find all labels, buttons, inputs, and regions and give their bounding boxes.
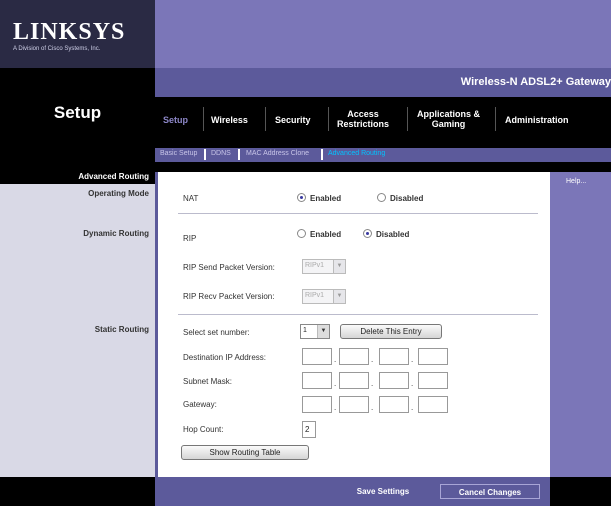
logo-area: LINKSYS A Division of Cisco Systems, Inc…: [0, 0, 155, 68]
section-title: Advanced Routing: [78, 172, 149, 181]
subtab-advanced-routing[interactable]: Advanced Routing: [328, 150, 385, 157]
rip-disabled-label: Disabled: [376, 230, 410, 239]
rip-enabled-radio[interactable]: [297, 229, 306, 238]
subtab-ddns[interactable]: DDNS: [211, 150, 231, 157]
rip-recv-version-select[interactable]: RIPv1 ▼: [302, 289, 346, 304]
gateway-octet-3[interactable]: [379, 396, 409, 413]
tab-access-restrictions[interactable]: Access Restrictions: [337, 109, 389, 129]
tab-divider: [265, 107, 266, 131]
subnet-octet-2[interactable]: [339, 372, 369, 389]
nat-enabled-radio[interactable]: [297, 193, 306, 202]
tab-setup[interactable]: Setup: [163, 115, 188, 125]
sub-tabs: Basic Setup DDNS MAC Address Clone Advan…: [155, 148, 611, 162]
subtab-separator: [204, 149, 206, 160]
rip-send-version-label: RIP Send Packet Version:: [183, 263, 275, 272]
rip-enabled-label: Enabled: [310, 230, 342, 239]
tab-access-label-2: Restrictions: [337, 119, 390, 129]
show-routing-table-button[interactable]: Show Routing Table: [181, 445, 309, 460]
linksys-logo: LINKSYS: [13, 19, 126, 45]
tab-security-label: Security: [275, 115, 311, 125]
subtab-separator: [238, 149, 240, 160]
tab-security[interactable]: Security: [275, 115, 311, 125]
rip-label: RIP: [183, 234, 197, 243]
tab-divider: [495, 107, 496, 131]
tab-setup-label: Setup: [163, 115, 189, 125]
dest-ip-octet-1[interactable]: [302, 348, 332, 365]
tab-divider: [407, 107, 408, 131]
footer-left: [0, 477, 155, 506]
dest-ip-octet-3[interactable]: [379, 348, 409, 365]
ip-dot: .: [371, 355, 374, 364]
page-title: Setup: [53, 103, 102, 122]
save-settings-button[interactable]: Save Settings: [343, 484, 423, 499]
subnet-octet-1[interactable]: [302, 372, 332, 389]
tab-applications-gaming[interactable]: Applications & Gaming: [417, 109, 480, 129]
cancel-changes-button[interactable]: Cancel Changes: [440, 484, 540, 499]
label-dynamic-routing: Dynamic Routing: [83, 229, 149, 238]
section-header: Advanced Routing: [0, 172, 155, 184]
spacer-bar: [0, 162, 611, 172]
ip-dot: .: [411, 355, 414, 364]
label-operating-mode: Operating Mode: [88, 189, 149, 198]
rip-disabled-radio[interactable]: [363, 229, 372, 238]
tab-divider: [203, 107, 204, 131]
tab-apps-label-2: Gaming: [431, 119, 466, 129]
tab-divider: [328, 107, 329, 131]
nat-enabled-label: Enabled: [310, 194, 342, 203]
dest-ip-octet-2[interactable]: [339, 348, 369, 365]
help-column: [550, 172, 611, 477]
gateway-octet-4[interactable]: [418, 396, 448, 413]
subtab-mac-clone[interactable]: MAC Address Clone: [246, 150, 309, 157]
tab-access-label-1: Access: [347, 109, 379, 119]
chevron-down-icon: ▼: [333, 290, 345, 303]
rip-recv-version-value: RIPv1: [305, 292, 325, 299]
product-bar: Wireless-N ADSL2+ Gateway: [155, 68, 611, 97]
tab-wireless[interactable]: Wireless: [211, 115, 248, 125]
footer-right: [550, 477, 611, 506]
rip-send-version-value: RIPv1: [305, 262, 325, 269]
tab-admin-label: Administration: [505, 115, 569, 125]
subtab-basic-setup[interactable]: Basic Setup: [160, 150, 197, 157]
select-set-number-label: Select set number:: [183, 328, 250, 337]
tab-wireless-label: Wireless: [211, 115, 248, 125]
subnet-octet-3[interactable]: [379, 372, 409, 389]
gateway-octet-2[interactable]: [339, 396, 369, 413]
nat-disabled-label: Disabled: [390, 194, 424, 203]
product-name: Wireless-N ADSL2+ Gateway: [460, 76, 611, 88]
divider: [178, 314, 538, 315]
main-tabs: Setup Wireless Security Access Restricti…: [155, 97, 611, 148]
gateway-octet-1[interactable]: [302, 396, 332, 413]
nat-disabled-radio[interactable]: [377, 193, 386, 202]
set-number-value: 1: [303, 327, 307, 334]
ip-dot: .: [334, 379, 337, 388]
subtab-separator: [321, 149, 323, 160]
dest-ip-label: Destination IP Address:: [183, 353, 267, 362]
divider: [178, 213, 538, 214]
ip-dot: .: [411, 403, 414, 412]
ip-dot: .: [411, 379, 414, 388]
rip-recv-version-label: RIP Recv Packet Version:: [183, 292, 275, 301]
chevron-down-icon: ▼: [333, 260, 345, 273]
ip-dot: .: [371, 403, 374, 412]
gateway-label: Gateway:: [183, 400, 217, 409]
set-number-select[interactable]: 1 ▼: [300, 324, 330, 339]
subnet-octet-4[interactable]: [418, 372, 448, 389]
hop-count-label: Hop Count:: [183, 425, 224, 434]
ip-dot: .: [334, 355, 337, 364]
chevron-down-icon: ▼: [317, 325, 329, 338]
dest-ip-octet-4[interactable]: [418, 348, 448, 365]
delete-entry-button[interactable]: Delete This Entry: [340, 324, 442, 339]
help-link[interactable]: Help...: [566, 178, 586, 185]
rip-send-version-select[interactable]: RIPv1 ▼: [302, 259, 346, 274]
ip-dot: .: [371, 379, 374, 388]
hop-count-input[interactable]: 2: [302, 421, 316, 438]
label-static-routing: Static Routing: [94, 325, 149, 334]
nat-label: NAT: [183, 194, 199, 203]
ip-dot: .: [334, 403, 337, 412]
tab-apps-label-1: Applications &: [417, 109, 481, 119]
tab-administration[interactable]: Administration: [505, 115, 569, 125]
logo-tagline: A Division of Cisco Systems, Inc.: [13, 46, 101, 52]
subnet-mask-label: Subnet Mask:: [183, 377, 232, 386]
